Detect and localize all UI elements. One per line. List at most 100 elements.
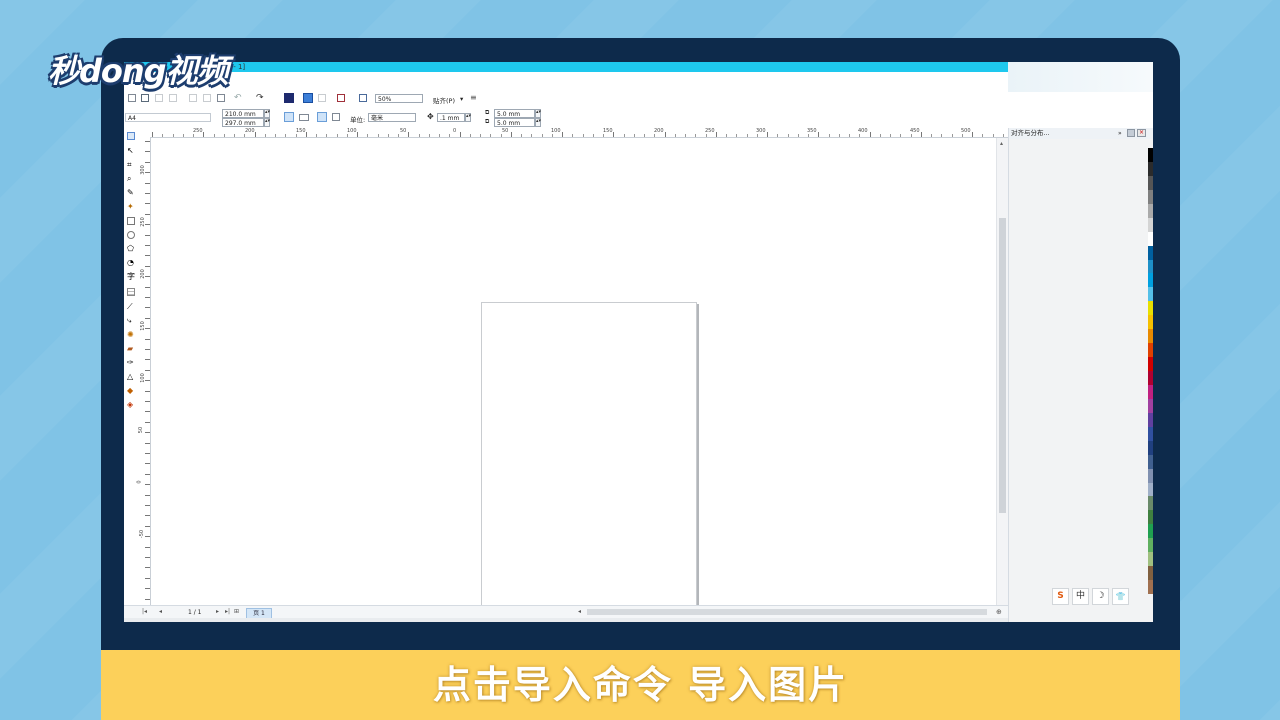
publish-icon[interactable]	[317, 93, 327, 103]
palette-swatch[interactable]	[1148, 287, 1153, 301]
palette-swatch[interactable]	[1148, 176, 1153, 190]
palette-swatch[interactable]	[1148, 469, 1153, 483]
document-page[interactable]	[481, 302, 697, 615]
palette-swatch[interactable]	[1148, 371, 1153, 385]
palette-swatch[interactable]	[1148, 427, 1153, 441]
polygon-tool-icon[interactable]: ⬠	[127, 245, 135, 253]
first-page-icon[interactable]: |◂	[142, 608, 147, 615]
palette-swatch[interactable]	[1148, 315, 1153, 329]
palette-swatch[interactable]	[1148, 566, 1153, 580]
palette-swatch[interactable]	[1148, 441, 1153, 455]
smart-fill-tool-icon[interactable]: ✦	[127, 203, 135, 211]
options-icon[interactable]: ≡	[470, 93, 480, 103]
horizontal-ruler[interactable]: 250 200 150 100 50 0 50 100 150 200 250 …	[150, 128, 1008, 138]
app-launcher-icon[interactable]	[336, 93, 346, 103]
palette-swatch[interactable]	[1148, 190, 1153, 204]
all-pages-icon[interactable]	[317, 112, 327, 122]
redo-icon[interactable]: ↷	[256, 93, 266, 103]
palette-swatch[interactable]	[1148, 204, 1153, 218]
connector-tool-icon[interactable]: ⤷	[127, 317, 135, 325]
palette-swatch[interactable]	[1148, 273, 1153, 287]
vertical-ruler[interactable]: 300 250 200 150 100 50 0 -50	[137, 137, 151, 607]
ruler-origin[interactable]	[138, 128, 150, 137]
palette-swatch[interactable]	[1148, 329, 1153, 343]
effects-tool-icon[interactable]: ✺	[127, 331, 135, 339]
add-page-icon[interactable]: ⊞	[234, 608, 239, 615]
ime-skin-icon[interactable]: 👕	[1112, 588, 1129, 605]
undo-icon[interactable]: ↶	[234, 93, 244, 103]
docker-options-icon[interactable]	[1127, 129, 1135, 137]
docker-expand-icon[interactable]: »	[1118, 128, 1122, 139]
snap-dropdown-arrow[interactable]: ▾	[460, 95, 463, 103]
scroll-left-icon[interactable]: ◂	[578, 608, 581, 615]
palette-swatch[interactable]	[1148, 524, 1153, 538]
current-page-icon[interactable]	[331, 112, 341, 122]
palette-swatch[interactable]	[1148, 246, 1153, 260]
palette-swatch[interactable]	[1148, 496, 1153, 510]
palette-swatch[interactable]	[1148, 218, 1153, 232]
open-icon[interactable]	[140, 93, 150, 103]
palette-swatch[interactable]	[1148, 260, 1153, 274]
duplicate-x-field[interactable]: 5.0 mm	[494, 109, 535, 118]
palette-swatch[interactable]	[1148, 357, 1153, 371]
palette-swatch[interactable]	[1148, 552, 1153, 566]
paste-icon[interactable]	[216, 93, 226, 103]
freehand-tool-icon[interactable]: ✎	[127, 189, 135, 197]
zoom-nav-icon[interactable]: ⊕	[996, 608, 1002, 616]
table-tool-icon[interactable]	[127, 288, 135, 296]
zoom-tool-icon[interactable]: ⌕	[127, 175, 135, 183]
page-height-stepper[interactable]: ▴▾	[264, 118, 270, 127]
palette-swatch[interactable]	[1148, 148, 1153, 162]
print-icon[interactable]	[168, 93, 178, 103]
eyedropper-tool-icon[interactable]: ✑	[127, 359, 135, 367]
page-width-field[interactable]: 210.0 mm	[222, 109, 264, 118]
palette-swatch[interactable]	[1148, 399, 1153, 413]
import-icon[interactable]	[284, 93, 294, 103]
cut-icon[interactable]	[188, 93, 198, 103]
next-page-icon[interactable]: ▸	[216, 608, 219, 615]
docker-close-icon[interactable]: ×	[1137, 129, 1146, 137]
page-height-field[interactable]: 297.0 mm	[222, 118, 264, 127]
last-page-icon[interactable]: ▸|	[225, 608, 230, 615]
nudge-stepper[interactable]: ▴▾	[465, 113, 471, 122]
ellipse-tool-icon[interactable]	[127, 231, 135, 239]
new-document-icon[interactable]	[127, 93, 137, 103]
basic-shapes-tool-icon[interactable]: ◔	[127, 259, 135, 267]
horizontal-scroll-thumb[interactable]	[587, 609, 987, 615]
shape-tool-icon[interactable]: ↖	[127, 147, 135, 155]
drawing-canvas[interactable]	[151, 138, 996, 615]
palette-swatch[interactable]	[1148, 413, 1153, 427]
palette-swatch[interactable]	[1148, 301, 1153, 315]
ime-language-toggle[interactable]: 中	[1072, 588, 1089, 605]
interactive-fill-tool-icon[interactable]: ◈	[127, 401, 135, 409]
palette-swatch[interactable]	[1148, 483, 1153, 497]
export-icon[interactable]	[303, 93, 313, 103]
landscape-icon[interactable]	[299, 112, 309, 122]
duplicate-y-stepper[interactable]: ▴▾	[535, 118, 541, 127]
copy-icon[interactable]	[202, 93, 212, 103]
ime-punctuation-icon[interactable]: ☽	[1092, 588, 1109, 605]
scroll-up-icon[interactable]: ▴	[1000, 140, 1003, 147]
welcome-screen-icon[interactable]	[358, 93, 368, 103]
palette-swatch[interactable]	[1148, 510, 1153, 524]
color-palette[interactable]	[1148, 148, 1153, 594]
duplicate-x-stepper[interactable]: ▴▾	[535, 109, 541, 118]
transparency-tool-icon[interactable]: ▰	[127, 345, 135, 353]
fill-tool-icon[interactable]: ◆	[127, 387, 135, 395]
palette-swatch[interactable]	[1148, 343, 1153, 357]
palette-swatch[interactable]	[1148, 580, 1153, 594]
zoom-level-select[interactable]: 50%	[375, 94, 423, 103]
nudge-distance-field[interactable]: .1 mm	[437, 113, 465, 122]
outline-tool-icon[interactable]: △	[127, 373, 135, 381]
duplicate-y-field[interactable]: 5.0 mm	[494, 118, 535, 127]
dimension-tool-icon[interactable]: ⟋	[127, 303, 135, 311]
page-size-select[interactable]: A4	[125, 113, 211, 122]
palette-swatch[interactable]	[1148, 538, 1153, 552]
palette-swatch[interactable]	[1148, 232, 1153, 246]
snap-to-menu[interactable]: 贴齐(P)	[433, 95, 455, 105]
ime-logo-icon[interactable]: S	[1052, 588, 1069, 605]
crop-tool-icon[interactable]: ⌗	[127, 161, 135, 169]
rectangle-tool-icon[interactable]	[127, 217, 135, 225]
palette-swatch[interactable]	[1148, 385, 1153, 399]
vertical-scroll-thumb[interactable]	[999, 218, 1006, 513]
